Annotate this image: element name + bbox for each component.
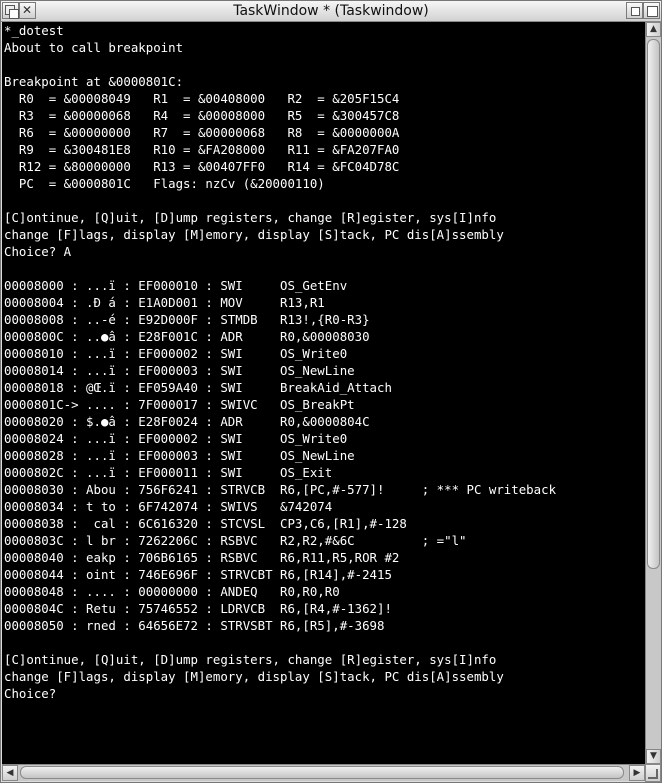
- vertical-scroll-thumb[interactable]: [647, 39, 660, 569]
- horizontal-scroll-thumb[interactable]: [20, 766, 624, 779]
- console-line: 0000803C : l br : 7262206C : RSBVC R2,R2…: [4, 533, 467, 548]
- console-line: About to call breakpoint: [4, 40, 184, 55]
- console-line: 00008028 : ...ï : EF000003 : SWI OS_NewL…: [4, 448, 355, 463]
- console-line: 00008030 : Abou : 756F6241 : STRVCB R6,[…: [4, 482, 557, 497]
- console-line: R6 = &00000000 R7 = &00000068 R8 = &0000…: [4, 125, 400, 140]
- console-line: 0000801C-> .... : 7F000017 : SWIVC OS_Br…: [4, 397, 355, 412]
- console-line: 00008010 : ...ï : EF000002 : SWI OS_Writ…: [4, 346, 348, 361]
- window-title: TaskWindow * (Taskwindow): [233, 3, 429, 19]
- console-line: R12 = &80000000 R13 = &00407FF0 R14 = &F…: [4, 159, 400, 174]
- console-line: 00008000 : ...ï : EF000010 : SWI OS_GetE…: [4, 278, 348, 293]
- console-line: PC = &0000801C Flags: nzCv (&20000110): [4, 176, 325, 191]
- console-line: 00008040 : eakp : 706B6165 : RSBVC R6,R1…: [4, 550, 400, 565]
- console-line: 0000800C : ..●â : E28F001C : ADR R0,&000…: [4, 329, 370, 344]
- horizontal-scrollbar[interactable]: ◀ ▶: [2, 764, 645, 781]
- resize-handle-icon[interactable]: [645, 764, 661, 782]
- console-line: 00008020 : $.●â : E28F0024 : ADR R0,&000…: [4, 414, 370, 429]
- console-line: 00008024 : ...ï : EF000002 : SWI OS_Writ…: [4, 431, 348, 446]
- console-line: 00008034 : t to : 6F742074 : SWIVS &7420…: [4, 499, 333, 514]
- console-text: *_dotest About to call breakpoint Breakpo…: [2, 22, 645, 702]
- scroll-down-icon[interactable]: ▼: [646, 749, 661, 764]
- title-bar[interactable]: TaskWindow * (Taskwindow): [1, 1, 661, 22]
- console-line: 00008050 : rned : 64656E72 : STRVSBT R6,…: [4, 618, 385, 633]
- console-line: 00008018 : @Œ.ï : EF059A40 : SWI BreakAi…: [4, 380, 392, 395]
- console-line: 0000804C : Retu : 75746552 : LDRVCB R6,[…: [4, 601, 392, 616]
- console-line: 00008038 : cal : 6C616320 : STCVSL CP3,C…: [4, 516, 407, 531]
- console-line: R0 = &00008049 R1 = &00408000 R2 = &205F…: [4, 91, 400, 106]
- scroll-right-icon[interactable]: ▶: [629, 765, 645, 781]
- console-line: Choice?: [4, 686, 57, 701]
- console-line: change [F]lags, display [M]emory, displa…: [4, 227, 504, 242]
- console-line: 00008008 : ..-é : E92D000F : STMDB R13!,…: [4, 312, 370, 327]
- task-window: TaskWindow * (Taskwindow) *_dotest About …: [0, 0, 662, 783]
- vertical-scrollbar[interactable]: ▲ ▼: [645, 22, 661, 764]
- console-line: *_dotest: [4, 23, 64, 38]
- console-line: 0000802C : ...ï : EF000011 : SWI OS_Exit: [4, 465, 333, 480]
- console-line: 00008048 : .... : 00000000 : ANDEQ R0,R0…: [4, 584, 340, 599]
- console-line: Breakpoint at &0000801C:: [4, 74, 184, 89]
- console-line: [C]ontinue, [Q]uit, [D]ump registers, ch…: [4, 210, 497, 225]
- scroll-left-icon[interactable]: ◀: [2, 765, 18, 781]
- console-line: 00008004 : .Ð á : E1A0D001 : MOV R13,R1: [4, 295, 325, 310]
- iconise-icon[interactable]: [626, 2, 643, 19]
- toggle-size-icon[interactable]: [643, 2, 660, 19]
- console-output[interactable]: *_dotest About to call breakpoint Breakpo…: [2, 22, 645, 764]
- console-line: 00008044 : oint : 746E696F : STRVCBT R6,…: [4, 567, 392, 582]
- console-line: change [F]lags, display [M]emory, displa…: [4, 669, 504, 684]
- console-line: R3 = &00000068 R4 = &00008000 R5 = &3004…: [4, 108, 400, 123]
- console-line: Choice? A: [4, 244, 72, 259]
- back-icon[interactable]: [2, 2, 19, 19]
- console-line: [C]ontinue, [Q]uit, [D]ump registers, ch…: [4, 652, 497, 667]
- console-line: R9 = &300481E8 R10 = &FA208000 R11 = &FA…: [4, 142, 400, 157]
- scroll-up-icon[interactable]: ▲: [646, 22, 661, 37]
- console-line: 00008014 : ...ï : EF000003 : SWI OS_NewL…: [4, 363, 355, 378]
